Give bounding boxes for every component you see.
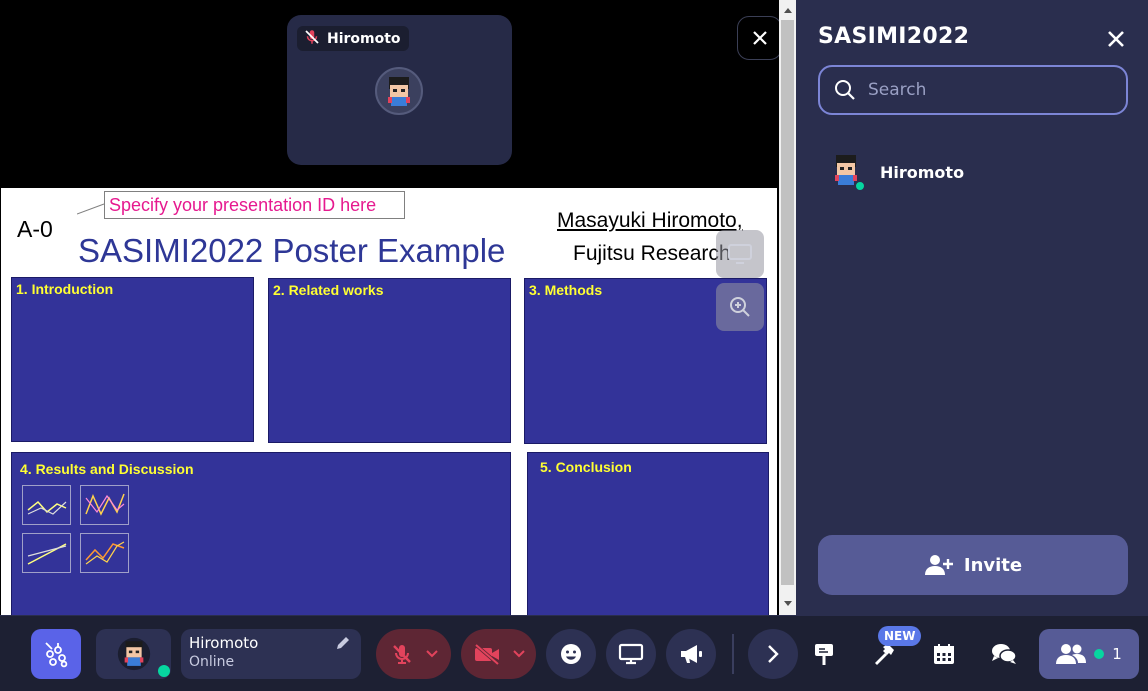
poster-section-introduction: 1. Introduction bbox=[11, 277, 254, 442]
user-name: Hiromoto bbox=[189, 634, 259, 652]
mini-chart bbox=[22, 485, 71, 525]
section-title: 3. Methods bbox=[529, 282, 603, 298]
avatar bbox=[117, 637, 150, 671]
gather-app: Hiromoto A-0 Specify your presentation I… bbox=[0, 0, 1148, 691]
shout-button[interactable] bbox=[666, 629, 716, 679]
invite-label: Invite bbox=[963, 554, 1023, 576]
mini-chart bbox=[80, 533, 129, 573]
participant-count: 1 bbox=[1112, 645, 1122, 663]
poster-section-related-works: 2. Related works bbox=[268, 278, 511, 443]
online-status-dot bbox=[158, 665, 170, 677]
avatar bbox=[826, 152, 866, 192]
main-menu-button[interactable] bbox=[31, 629, 81, 679]
presentation-id-callout: Specify your presentation ID here bbox=[104, 191, 405, 219]
close-sidebar-button[interactable] bbox=[1102, 25, 1130, 53]
space-title: SASIMI2022 bbox=[818, 24, 970, 49]
signpost-icon bbox=[815, 644, 833, 665]
participant-video-tile[interactable]: Hiromoto bbox=[287, 15, 512, 165]
screen-share-button[interactable] bbox=[606, 629, 656, 679]
member-name: Hiromoto bbox=[880, 162, 965, 182]
chevron-down-icon[interactable] bbox=[425, 650, 438, 658]
close-icon bbox=[752, 31, 767, 45]
search-input[interactable] bbox=[868, 80, 1108, 100]
scroll-down-arrow[interactable] bbox=[779, 595, 796, 612]
participant-name: Hiromoto bbox=[327, 30, 401, 47]
zoom-in-icon bbox=[730, 297, 750, 317]
scroll-up-arrow[interactable] bbox=[779, 2, 796, 19]
calendar-icon bbox=[934, 644, 954, 664]
search-box[interactable] bbox=[818, 65, 1128, 115]
poster-section-conclusion: 5. Conclusion bbox=[527, 452, 769, 615]
invite-button[interactable]: Invite bbox=[818, 535, 1128, 595]
presentation-mode-button[interactable] bbox=[716, 230, 764, 278]
poster-id: A-0 bbox=[17, 216, 53, 242]
my-avatar-button[interactable] bbox=[96, 629, 171, 679]
chat-bubbles-icon bbox=[992, 644, 1017, 664]
vertical-scrollbar[interactable] bbox=[779, 0, 796, 615]
member-list-item[interactable]: Hiromoto bbox=[826, 152, 964, 192]
mic-muted-icon bbox=[303, 28, 321, 50]
expand-toolbar-button[interactable] bbox=[748, 629, 798, 679]
stage-area: Hiromoto A-0 Specify your presentation I… bbox=[0, 0, 782, 615]
section-title: 4. Results and Discussion bbox=[20, 461, 194, 477]
microphone-toggle-button[interactable] bbox=[376, 629, 451, 679]
megaphone-icon bbox=[681, 645, 702, 663]
callout-pointer bbox=[77, 203, 105, 215]
chevron-right-icon bbox=[768, 645, 779, 663]
poster-title: SASIMI2022 Poster Example bbox=[78, 232, 506, 269]
monitor-icon bbox=[618, 643, 644, 665]
poster-viewer: A-0 Specify your presentation ID here SA… bbox=[1, 188, 777, 615]
participants-button[interactable]: 1 bbox=[1039, 629, 1139, 679]
search-icon bbox=[835, 80, 855, 100]
gather-logo-icon bbox=[45, 642, 68, 668]
camera-off-icon bbox=[474, 643, 499, 666]
emote-button[interactable] bbox=[546, 629, 596, 679]
scroll-thumb[interactable] bbox=[781, 20, 794, 585]
mic-muted-icon bbox=[392, 645, 411, 664]
section-title: 5. Conclusion bbox=[540, 459, 632, 475]
mini-chart bbox=[80, 485, 129, 525]
mini-chart bbox=[22, 533, 71, 573]
calendar-button[interactable] bbox=[924, 634, 964, 674]
bottom-toolbar: Hiromoto Online NEW 1 bbox=[0, 615, 1148, 691]
participants-sidebar: SASIMI2022 Hiromoto Invite bbox=[796, 0, 1148, 615]
close-video-button[interactable] bbox=[737, 16, 782, 60]
user-status: Online bbox=[189, 654, 235, 670]
add-user-icon bbox=[924, 555, 953, 575]
poster-author: Masayuki Hiromoto, bbox=[557, 209, 743, 232]
toolbar-divider bbox=[732, 634, 734, 674]
chat-button[interactable] bbox=[984, 634, 1024, 674]
present-icon bbox=[728, 244, 752, 264]
participant-avatar bbox=[375, 67, 423, 115]
online-status-dot bbox=[1094, 649, 1105, 659]
signpost-button[interactable] bbox=[804, 634, 844, 674]
online-status-dot bbox=[854, 180, 866, 192]
people-icon bbox=[1056, 644, 1087, 664]
pencil-icon[interactable] bbox=[335, 635, 351, 655]
poster-section-results: 4. Results and Discussion bbox=[11, 452, 511, 615]
zoom-in-button[interactable] bbox=[716, 283, 764, 331]
new-badge: NEW bbox=[878, 626, 922, 646]
participant-name-tag: Hiromoto bbox=[297, 26, 409, 51]
poster-affiliation: Fujitsu Research bbox=[573, 242, 731, 265]
chevron-down-icon[interactable] bbox=[512, 650, 525, 658]
smiley-icon bbox=[561, 644, 581, 664]
section-title: 1. Introduction bbox=[16, 281, 114, 297]
section-title: 2. Related works bbox=[273, 282, 384, 298]
user-status-card[interactable]: Hiromoto Online bbox=[181, 629, 361, 679]
camera-toggle-button[interactable] bbox=[461, 629, 536, 679]
close-icon bbox=[1108, 31, 1124, 47]
